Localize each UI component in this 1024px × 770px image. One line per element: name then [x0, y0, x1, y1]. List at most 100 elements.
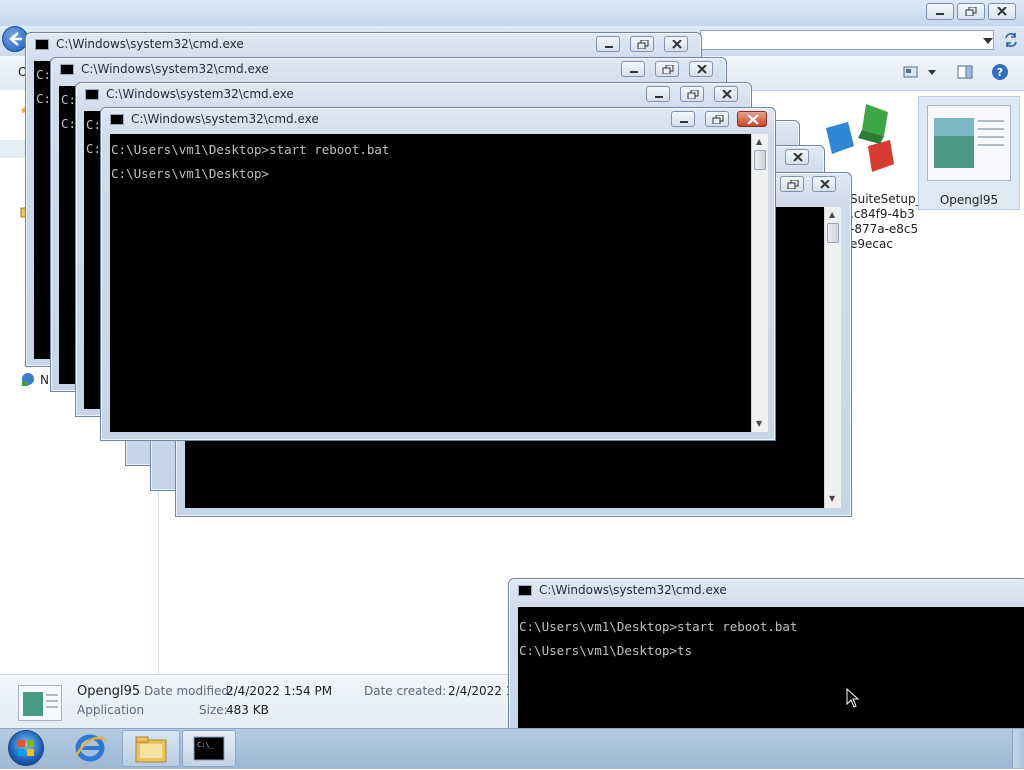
mouse-cursor-icon — [846, 688, 860, 708]
close-button[interactable] — [785, 149, 809, 165]
cmd-app-icon — [518, 585, 532, 596]
close-icon — [997, 7, 1007, 16]
close-button[interactable] — [737, 111, 767, 127]
restore-button[interactable] — [655, 61, 679, 77]
restore-button[interactable] — [705, 111, 729, 127]
close-icon — [722, 90, 732, 99]
close-icon — [747, 115, 759, 125]
details-size: 483 KB — [226, 703, 269, 717]
folder-icon — [135, 736, 167, 763]
details-date-modified: 2/4/2022 1:54 PM — [226, 684, 333, 698]
minimize-button[interactable] — [646, 86, 670, 102]
restore-icon — [787, 180, 799, 189]
view-icon[interactable] — [903, 66, 919, 78]
minimize-icon — [655, 96, 663, 98]
preview-pane-icon[interactable] — [957, 65, 973, 79]
minimize-icon — [936, 13, 944, 15]
scroll-thumb[interactable] — [754, 150, 766, 170]
console-line-1: C:\Users\vm1\Desktop>start reboot.bat — [519, 619, 798, 634]
opengl95-thumbnail-icon — [927, 105, 1011, 181]
minimize-icon — [680, 121, 688, 123]
explorer-close-button[interactable] — [988, 3, 1016, 20]
network-icon[interactable] — [20, 371, 36, 387]
details-date-created-label: Date created: — [364, 684, 447, 698]
nav-network-label[interactable]: N — [40, 373, 49, 387]
console-line-1: C: — [36, 67, 52, 82]
internet-explorer-icon — [74, 734, 107, 762]
details-file-type: Application — [77, 703, 145, 717]
console-area[interactable]: C:\Users\vm1\Desktop>start reboot.bat C:… — [518, 607, 1024, 731]
taskbar-windows-explorer-button[interactable] — [122, 730, 180, 767]
cmd-window-active[interactable]: C:\Windows\system32\cmd.exe C:\Users\vm1… — [100, 107, 776, 441]
address-input[interactable] — [700, 30, 994, 50]
help-icon[interactable]: ? — [991, 63, 1009, 81]
minimize-button[interactable] — [621, 61, 645, 77]
restore-button[interactable] — [680, 86, 704, 102]
cmd-window-bottom[interactable]: C:\Windows\system32\cmd.exe C:\Users\vm1… — [508, 578, 1024, 731]
taskbar-command-prompt-button[interactable]: C:\_ — [182, 730, 236, 767]
cmd-app-icon — [85, 89, 99, 100]
view-chevron-down-icon[interactable] — [928, 70, 936, 75]
window-title: C:\Windows\system32\cmd.exe — [106, 87, 294, 101]
opengl95-item[interactable]: Opengl95 — [918, 96, 1020, 210]
restore-icon — [662, 65, 674, 74]
close-button[interactable] — [689, 61, 713, 77]
chevron-down-icon — [983, 38, 993, 44]
window-title: C:\Windows\system32\cmd.exe — [56, 37, 244, 51]
taskbar-internet-explorer-button[interactable] — [70, 730, 114, 767]
refresh-icon[interactable] — [1003, 32, 1019, 48]
restore-icon — [712, 115, 724, 124]
opengl95-label: Opengl95 — [939, 193, 999, 207]
close-icon — [672, 40, 682, 49]
restore-button[interactable] — [630, 36, 654, 52]
details-thumbnail-icon — [18, 685, 62, 721]
restore-icon — [637, 40, 649, 49]
console-line-2: C: — [86, 141, 102, 156]
restore-icon — [965, 7, 977, 16]
windows-logo-icon — [18, 740, 34, 756]
restore-icon — [687, 90, 699, 99]
minimize-button[interactable] — [596, 36, 620, 52]
vertical-scrollbar[interactable]: ▲ ▼ — [824, 207, 841, 508]
svg-text:?: ? — [997, 66, 1003, 79]
scroll-up-icon[interactable]: ▲ — [829, 211, 835, 219]
cmd-app-icon — [60, 64, 74, 75]
explorer-minimize-button[interactable] — [926, 3, 954, 20]
close-button[interactable] — [664, 36, 688, 52]
close-button[interactable] — [714, 86, 738, 102]
vertical-scrollbar[interactable]: ▲ ▼ — [751, 134, 768, 432]
close-icon — [820, 180, 830, 189]
scroll-down-icon[interactable]: ▼ — [756, 420, 762, 428]
minimize-icon — [630, 71, 638, 73]
console-line-2: C:\Users\vm1\Desktop> — [111, 166, 270, 181]
command-prompt-icon: C:\_ — [193, 736, 225, 761]
window-title: C:\Windows\system32\cmd.exe — [81, 62, 269, 76]
explorer-titlebar — [0, 0, 1024, 27]
close-button[interactable] — [812, 176, 836, 192]
explorer-restore-button[interactable] — [957, 3, 985, 20]
scroll-down-icon[interactable]: ▼ — [829, 495, 835, 503]
details-size-label: Size: — [199, 703, 228, 717]
scroll-up-icon[interactable]: ▲ — [756, 138, 762, 146]
details-file-name: Opengl95 — [77, 684, 141, 699]
scroll-thumb[interactable] — [827, 223, 839, 243]
back-arrow-icon — [9, 32, 22, 46]
restore-button[interactable] — [780, 176, 804, 192]
console-line-1: C:\Users\vm1\Desktop>start reboot.bat — [111, 142, 390, 157]
console-line-2: C: — [61, 116, 77, 131]
svg-text:C:\_: C:\_ — [197, 741, 215, 749]
minimize-button[interactable] — [671, 111, 695, 127]
window-title: C:\Windows\system32\cmd.exe — [131, 112, 319, 126]
console-line-2: C: — [36, 91, 52, 106]
console-line-1: C: — [86, 117, 102, 132]
details-date-modified-label: Date modified: — [144, 684, 234, 698]
nav-selected-item[interactable] — [0, 140, 26, 158]
console-line-2: C:\Users\vm1\Desktop>ts — [519, 643, 693, 658]
show-desktop-button[interactable] — [1012, 729, 1024, 768]
console-line-1: C: — [61, 92, 77, 107]
cmd-app-icon — [110, 114, 124, 125]
start-button[interactable] — [8, 730, 44, 766]
console-area[interactable]: C:\Users\vm1\Desktop>start reboot.bat C:… — [110, 134, 751, 432]
minimize-icon — [605, 46, 613, 48]
cmd-app-icon — [35, 39, 49, 50]
